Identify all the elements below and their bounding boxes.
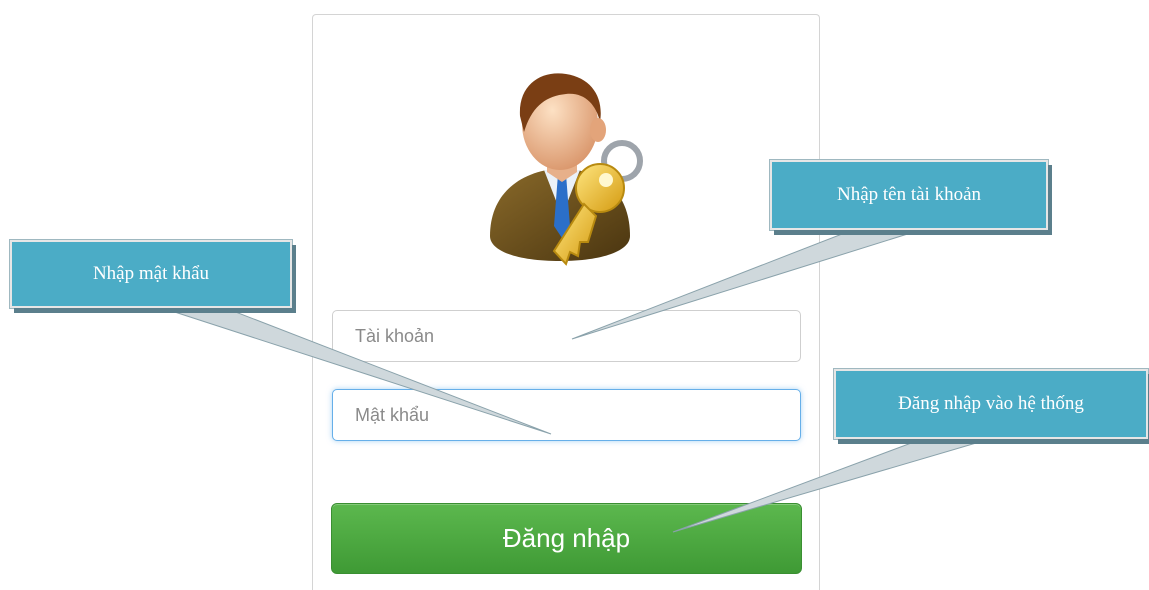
callout-account-text: Nhập tên tài khoản — [836, 184, 982, 205]
callout-password: Nhập mật khẩu — [10, 240, 292, 308]
callout-login: Đăng nhập vào hệ thống — [834, 369, 1148, 439]
username-input[interactable] — [332, 310, 801, 362]
password-input[interactable] — [332, 389, 801, 441]
callout-password-text: Nhập mật khẩu — [92, 263, 210, 284]
login-button[interactable]: Đăng nhập — [331, 503, 802, 574]
callout-login-text: Đăng nhập vào hệ thống — [898, 393, 1084, 414]
user-with-key-icon — [490, 73, 643, 266]
callout-account: Nhập tên tài khoản — [770, 160, 1048, 230]
